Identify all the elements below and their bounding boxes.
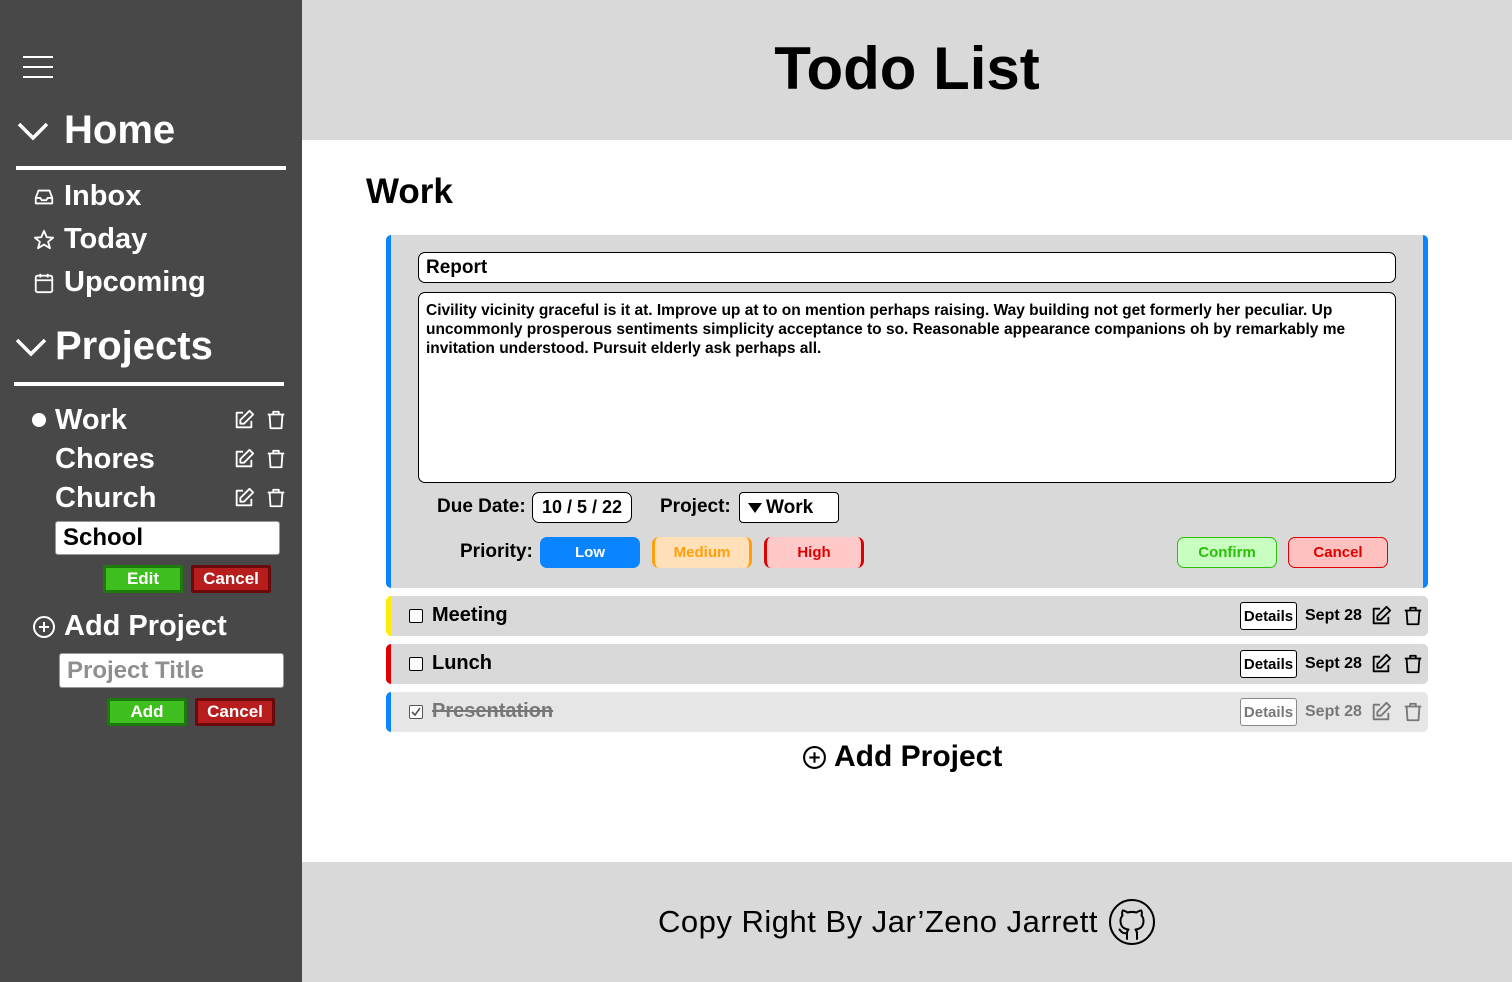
task-date: Sept 28 — [1305, 703, 1362, 720]
due-date-input[interactable]: 10 / 5 / 22 — [532, 492, 632, 523]
sidebar-project-work: Work — [32, 402, 288, 438]
chevron-down-icon — [14, 335, 48, 359]
menu-icon[interactable] — [23, 56, 53, 78]
details-button[interactable]: Details — [1240, 698, 1297, 726]
edit-project-button[interactable]: Edit — [103, 565, 183, 593]
sidebar-item-label: Inbox — [64, 180, 142, 212]
plus-circle-icon — [802, 745, 827, 770]
header: Todo List — [302, 0, 1512, 140]
sidebar-item-upcoming[interactable]: Upcoming — [32, 266, 206, 299]
home-section-toggle[interactable]: Home — [16, 108, 175, 153]
task-name: Presentation — [432, 700, 554, 722]
footer: Copy Right By Jar’Zeno Jarrett — [302, 862, 1512, 982]
priority-medium-button[interactable]: Medium — [652, 537, 752, 568]
task-description-input[interactable]: Civility vicinity graceful is it at. Imp… — [418, 292, 1396, 483]
add-button[interactable]: Add — [107, 698, 187, 726]
task-date: Sept 28 — [1305, 607, 1362, 624]
trash-icon[interactable] — [264, 408, 288, 432]
project-label[interactable]: Chores — [55, 443, 232, 476]
task-row-meeting: Meeting Details Sept 28 — [386, 596, 1428, 636]
task-checkbox[interactable] — [409, 609, 423, 623]
projects-section-toggle[interactable]: Projects — [14, 324, 213, 369]
active-dot-icon — [32, 413, 46, 427]
check-icon — [411, 707, 421, 717]
project-label[interactable]: Work — [55, 404, 232, 437]
inbox-icon — [32, 185, 56, 209]
sidebar-item-label: Today — [64, 223, 148, 255]
sidebar-item-label: Upcoming — [64, 266, 206, 298]
sidebar: Home Inbox Today Upcoming Projects Work — [0, 0, 302, 982]
sidebar-project-chores: Chores — [32, 441, 288, 477]
priority-high-button[interactable]: High — [764, 537, 864, 568]
project-title: Work — [366, 172, 453, 211]
edit-icon[interactable] — [232, 447, 256, 471]
task-name: Meeting — [432, 604, 508, 626]
task-name: Lunch — [432, 652, 492, 674]
task-date: Sept 28 — [1305, 655, 1362, 672]
add-project-button[interactable]: Add Project — [802, 740, 1002, 774]
edit-icon[interactable] — [1369, 700, 1393, 724]
task-title-input[interactable]: Report — [418, 252, 1396, 283]
projects-divider — [14, 382, 284, 386]
home-heading: Home — [64, 108, 176, 152]
project-title-input[interactable] — [59, 653, 284, 688]
sidebar-item-inbox[interactable]: Inbox — [32, 180, 141, 213]
project-label[interactable]: Church — [55, 482, 232, 515]
sidebar-project-church: Church — [32, 480, 288, 516]
dropdown-arrow-icon — [748, 502, 762, 513]
task-row-lunch: Lunch Details Sept 28 — [386, 644, 1428, 684]
chevron-down-icon — [16, 119, 50, 143]
sidebar-item-today[interactable]: Today — [32, 223, 147, 256]
trash-icon[interactable] — [1401, 652, 1425, 676]
project-select-value: Work — [766, 496, 814, 518]
home-divider — [16, 166, 286, 170]
cancel-edit-button[interactable]: Cancel — [191, 565, 271, 593]
edit-icon[interactable] — [232, 408, 256, 432]
app-title: Todo List — [774, 34, 1040, 102]
trash-icon[interactable] — [1401, 700, 1425, 724]
project-select[interactable]: Work — [739, 492, 839, 523]
edit-icon[interactable] — [232, 486, 256, 510]
trash-icon[interactable] — [264, 447, 288, 471]
trash-icon[interactable] — [264, 486, 288, 510]
details-button[interactable]: Details — [1240, 650, 1297, 678]
confirm-button[interactable]: Confirm — [1177, 537, 1277, 568]
edit-icon[interactable] — [1369, 652, 1393, 676]
sidebar-add-project[interactable]: Add Project — [32, 610, 227, 643]
cancel-button[interactable]: Cancel — [1288, 537, 1388, 568]
task-edit-form: Report Civility vicinity graceful is it … — [386, 235, 1428, 588]
star-icon — [32, 228, 56, 252]
add-project-label: Add Project — [834, 740, 1003, 773]
priority-label: Priority: — [460, 541, 533, 562]
copyright-text: Copy Right By Jar’Zeno Jarrett — [658, 904, 1098, 939]
task-checkbox[interactable] — [409, 657, 423, 671]
project-label: Project: — [660, 496, 731, 517]
add-project-label: Add Project — [64, 610, 227, 642]
priority-low-button[interactable]: Low — [540, 537, 640, 568]
details-button[interactable]: Details — [1240, 602, 1297, 630]
plus-circle-icon — [32, 615, 56, 639]
trash-icon[interactable] — [1401, 604, 1425, 628]
projects-heading: Projects — [55, 324, 213, 368]
task-row-presentation: Presentation Details Sept 28 — [386, 692, 1428, 732]
calendar-icon — [32, 271, 56, 295]
task-checkbox-checked[interactable] — [409, 705, 423, 719]
cancel-add-button[interactable]: Cancel — [195, 698, 275, 726]
edit-icon[interactable] — [1369, 604, 1393, 628]
due-date-label: Due Date: — [437, 496, 526, 517]
project-rename-input[interactable] — [55, 521, 280, 555]
github-icon[interactable] — [1108, 898, 1156, 946]
